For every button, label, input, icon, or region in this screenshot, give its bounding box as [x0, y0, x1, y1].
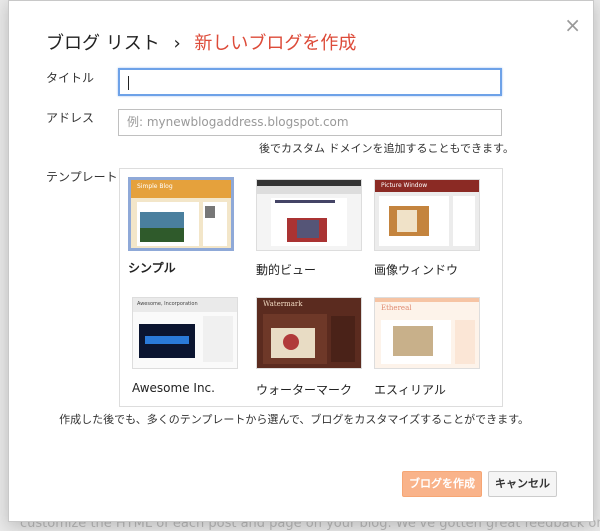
template-thumbnail: Awesome, Incorporation [132, 297, 238, 369]
thumb-title: Simple Blog [137, 183, 173, 190]
template-watermark[interactable]: Watermark ウォーターマーク [256, 297, 364, 398]
address-input[interactable]: 例: mynewblogaddress.blogspot.com [118, 109, 502, 136]
title-input[interactable] [118, 68, 502, 96]
thumb-title: Picture Window [381, 182, 428, 189]
template-picture-window[interactable]: Picture Window 画像ウィンドウ [374, 179, 482, 278]
title-label: タイトル [46, 71, 95, 85]
thumb-title: Watermark [263, 300, 303, 308]
address-hint: 後でカスタム ドメインを追加することもできます。 [259, 142, 514, 155]
template-name: 画像ウィンドウ [374, 263, 459, 277]
template-dynamic-views[interactable]: 動的ビュー [256, 179, 364, 278]
template-name: エスィリアル [374, 383, 446, 397]
template-name: シンプル [128, 261, 176, 275]
breadcrumb-separator-icon: › [173, 33, 181, 54]
breadcrumb-blog-list[interactable]: ブログ リスト [46, 33, 160, 54]
template-simple[interactable]: Simple Blog シンプル [128, 177, 236, 276]
thumb-title: Awesome, Incorporation [137, 301, 198, 307]
text-caret [128, 75, 129, 90]
breadcrumb-current: 新しいブログを作成 [194, 33, 357, 54]
thumb-title: Ethereal [381, 304, 412, 312]
template-thumbnail [256, 179, 362, 251]
close-icon[interactable]: × [564, 15, 581, 35]
template-thumbnail: Watermark [256, 297, 362, 369]
create-blog-dialog: × ブログ リスト › 新しいブログを作成 タイトル アドレス 例: mynew… [8, 0, 594, 522]
dialog-title: ブログ リスト › 新しいブログを作成 [46, 29, 356, 55]
template-thumbnail: Simple Blog [128, 177, 234, 251]
template-thumbnail: Picture Window [374, 179, 480, 251]
template-thumbnail: Ethereal [374, 297, 480, 369]
template-name: ウォーターマーク [256, 383, 353, 397]
template-name: Awesome Inc. [132, 381, 215, 395]
template-name: 動的ビュー [256, 263, 317, 277]
address-label: アドレス [46, 111, 95, 125]
template-label: テンプレート [46, 170, 118, 184]
create-blog-button[interactable]: ブログを作成 [402, 471, 482, 497]
template-note: 作成した後でも、多くのテンプレートから選んで、ブログをカスタマイズすることができ… [59, 413, 529, 426]
cancel-button[interactable]: キャンセル [488, 471, 557, 497]
template-picker: Simple Blog シンプル 動的ビュー Picture Window 画像… [119, 168, 503, 407]
template-ethereal[interactable]: Ethereal エスィリアル [374, 297, 482, 398]
template-awesome-inc[interactable]: Awesome, Incorporation Awesome Inc. [132, 297, 240, 395]
